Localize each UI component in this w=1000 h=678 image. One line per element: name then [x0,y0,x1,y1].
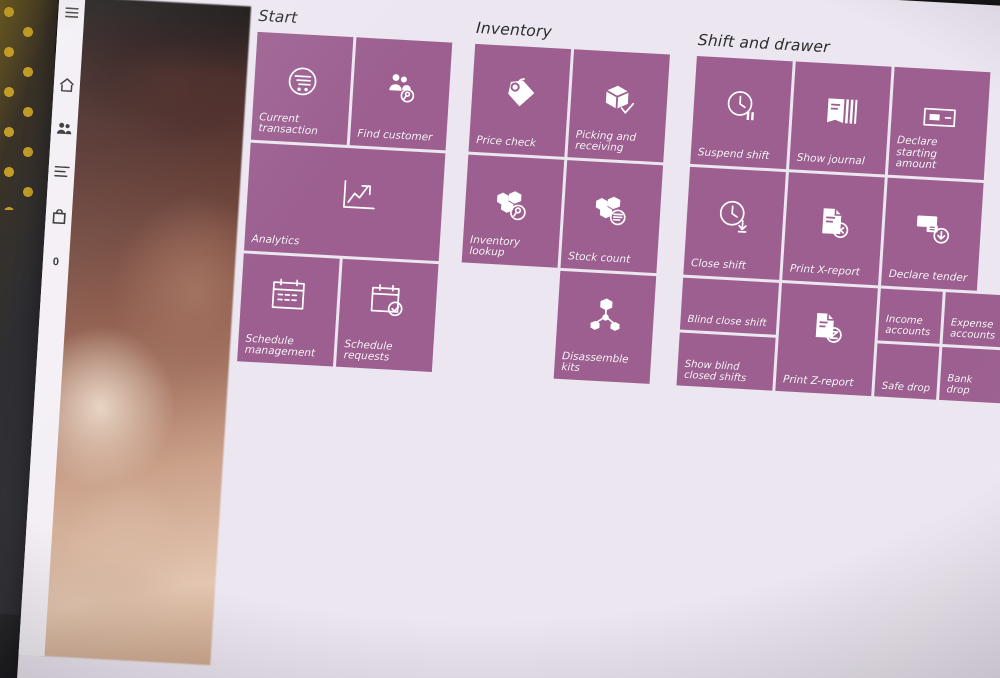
group-title-inventory: Inventory [475,18,553,42]
pos-application-window: 0 Start Current transaction Find custome… [16,0,1000,678]
shopping-bag-icon [52,208,66,224]
price-tag-icon [499,73,541,115]
tile-show-blind-closed-shifts[interactable]: Show blind closed shifts [676,332,776,391]
tile-label: Inventory lookup [469,233,521,259]
cash-drawer-icon [918,96,960,138]
cart-circle-icon [281,61,323,103]
sidebar-item-menu[interactable] [61,2,82,23]
clock-pause-icon [721,85,763,127]
desk-pattern [0,0,38,210]
clock-down-icon [714,196,756,238]
tile-declare-tender[interactable]: Declare tender [881,177,984,291]
people-icon [56,122,72,135]
group-start: Start Current transaction Find customer … [235,7,459,402]
tile-schedule-requests[interactable]: Schedule requests [335,258,439,372]
tile-price-check[interactable]: Price check [468,43,572,157]
tile-label: Analytics [251,233,300,248]
tile-safe-drop[interactable]: Safe drop [874,343,940,400]
sidebar-item-cart[interactable] [48,206,69,227]
report-x-icon [813,201,855,243]
calendar-icon [268,276,310,318]
calendar-check-icon [367,281,409,323]
home-icon [60,77,74,92]
screenshot-stage: 0 Start Current transaction Find custome… [0,0,1000,678]
tile-print-z-report[interactable]: Print Z-report [775,283,878,397]
tile-label: Show journal [796,151,866,168]
tile-label: Disassemble kits [560,349,629,375]
tile-label: Schedule management [244,332,316,360]
tile-close-shift[interactable]: Close shift [683,166,786,280]
box-check-icon [598,78,640,120]
tile-blind-close-shift[interactable]: Blind close shift [679,277,780,335]
report-z-icon [806,308,848,350]
tile-label: Safe drop [881,380,931,395]
tile-label: Current transaction [258,110,319,138]
tile-label: Close shift [690,257,747,273]
hamburger-menu-icon [64,6,79,18]
boxes-search-icon [492,184,534,226]
tile-label: Declare starting amount [895,133,938,172]
people-search-icon [380,66,422,108]
tile-find-customer[interactable]: Find customer [349,37,453,151]
group-start-tiles: Current transaction Find customer Analyt… [235,31,457,402]
tile-inventory-lookup[interactable]: Inventory lookup [461,154,565,268]
tile-label: Blind close shift [687,313,767,330]
group-shift-tiles: Suspend shift Show journal Declare start… [675,56,1000,433]
tile-label: Picking and receiving [574,128,637,155]
tile-label: Find customer [357,127,433,144]
group-shift-and-drawer: Shift and drawer Suspend shift Show jour… [675,31,1000,433]
tile-picking-and-receiving[interactable]: Picking and receiving [567,49,670,163]
tender-down-icon [912,207,954,249]
journal-icon [820,90,862,132]
tile-show-journal[interactable]: Show journal [789,61,892,175]
tile-disassemble-kits[interactable]: Disassemble kits [553,270,657,384]
tile-label: Price check [475,134,537,150]
tile-schedule-management[interactable]: Schedule management [237,253,340,367]
tile-bank-drop[interactable]: Bank drop [939,346,1000,404]
sidebar-item-journal[interactable] [51,162,72,183]
tile-label: Print X-report [789,262,861,279]
sidebar-item-count[interactable]: 0 [45,252,66,273]
tile-declare-starting-amount[interactable]: Declare starting amount [887,66,991,180]
tile-expense-accounts[interactable]: Expense accounts [942,292,1000,348]
tile-label: Schedule requests [343,337,393,364]
tile-label: Declare tender [888,268,968,285]
tile-label: Income accounts [884,313,931,339]
tile-label: Suspend shift [697,146,770,163]
list-icon [53,165,70,178]
sidebar-item-customers[interactable] [54,118,75,139]
tile-print-x-report[interactable]: Print X-report [782,172,885,286]
tile-analytics[interactable]: Analytics [243,142,446,262]
group-title-start: Start [257,6,298,28]
disassemble-kits-icon [584,296,626,338]
chart-arrow-icon [336,175,378,217]
tile-income-accounts[interactable]: Income accounts [877,288,943,344]
cart-count-label: 0 [52,255,60,269]
tile-label: Expense accounts [949,317,996,342]
tile-label: Bank drop [946,372,973,397]
tile-label: Print Z-report [782,373,854,390]
group-inventory-tiles: Price check Picking and receiving Invent… [453,43,675,414]
tile-current-transaction[interactable]: Current transaction [250,31,354,145]
tile-suspend-shift[interactable]: Suspend shift [690,56,793,170]
sidebar-item-home[interactable] [56,74,77,95]
group-inventory: Inventory Price check Picking and receiv… [453,19,677,414]
boxes-list-icon [591,189,633,231]
tile-label: Stock count [567,250,631,266]
tile-label: Show blind closed shifts [683,358,747,385]
tile-stock-count[interactable]: Stock count [560,160,664,274]
tile-workspace: Start Current transaction Find customer … [218,7,1000,678]
